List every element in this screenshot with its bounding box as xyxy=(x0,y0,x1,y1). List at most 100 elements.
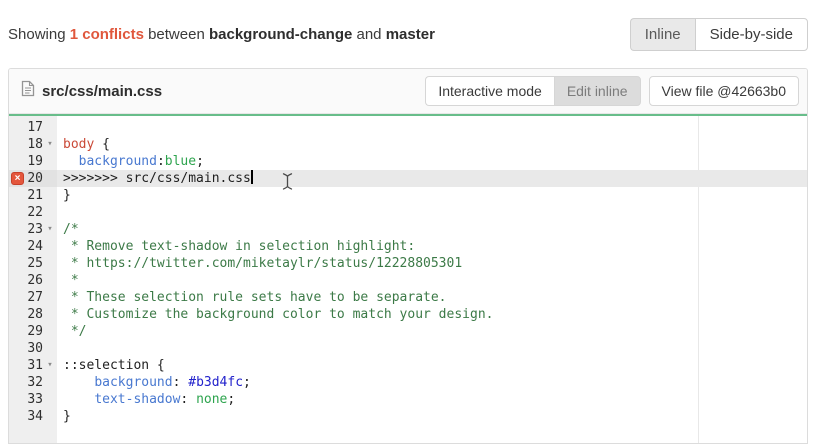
code-token: /* xyxy=(63,222,79,237)
summary-prefix: Showing xyxy=(8,26,66,43)
gutter-cell: 21 xyxy=(9,187,57,204)
code-text[interactable]: * Remove text-shadow in selection highli… xyxy=(57,238,807,255)
code-text[interactable] xyxy=(57,119,807,136)
line-number: 33 xyxy=(9,391,43,408)
code-line[interactable]: 18▾body { xyxy=(9,136,807,153)
gutter-cell: 31▾ xyxy=(9,357,57,374)
code-token: * Customize the background color to matc… xyxy=(63,307,493,322)
code-line[interactable]: 26 * xyxy=(9,272,807,289)
line-number: 21 xyxy=(9,187,43,204)
gutter-cell: 30 xyxy=(9,340,57,357)
code-text[interactable] xyxy=(57,340,807,357)
gutter-cell: 32 xyxy=(9,374,57,391)
code-line[interactable]: 27 * These selection rule sets have to b… xyxy=(9,289,807,306)
code-text[interactable]: * xyxy=(57,272,807,289)
file-actions: Interactive mode Edit inline View file @… xyxy=(425,76,799,106)
code-text[interactable]: * https://twitter.com/miketaylr/status/1… xyxy=(57,255,807,272)
code-editor[interactable]: 161718▾body {19 background:blue;×20>>>>>… xyxy=(9,114,807,444)
code-text[interactable]: background: #b3d4fc; xyxy=(57,374,807,391)
gutter-cell: 19 xyxy=(9,153,57,170)
code-line[interactable]: 22 xyxy=(9,204,807,221)
code-token: * Remove text-shadow in selection highli… xyxy=(63,239,415,254)
line-number: 31 xyxy=(9,357,43,374)
code-token: ; xyxy=(227,392,235,407)
line-number: 17 xyxy=(9,119,43,136)
view-mode-toggle: Inline Side-by-side xyxy=(630,18,808,51)
code-text[interactable]: } xyxy=(57,408,807,425)
code-text[interactable]: ::selection { xyxy=(57,357,807,374)
fold-slot xyxy=(43,391,57,408)
code-text[interactable]: /* xyxy=(57,221,807,238)
side-by-side-view-button[interactable]: Side-by-side xyxy=(695,18,808,51)
gutter-cell: 25 xyxy=(9,255,57,272)
code-line[interactable]: 30 xyxy=(9,340,807,357)
code-token xyxy=(63,392,94,407)
code-line[interactable]: 19 background:blue; xyxy=(9,153,807,170)
code-text[interactable]: * These selection rule sets have to be s… xyxy=(57,289,807,306)
code-token: * https://twitter.com/miketaylr/status/1… xyxy=(63,256,462,271)
summary-middle: between xyxy=(148,26,205,43)
line-number: 28 xyxy=(9,306,43,323)
code-token: background xyxy=(79,154,157,169)
code-line[interactable]: 25 * https://twitter.com/miketaylr/statu… xyxy=(9,255,807,272)
line-number: 24 xyxy=(9,238,43,255)
inline-view-button[interactable]: Inline xyxy=(630,18,695,51)
gutter-cell: 23▾ xyxy=(9,221,57,238)
edit-inline-button[interactable]: Edit inline xyxy=(554,76,641,106)
file-conflict-panel: src/css/main.css Interactive mode Edit i… xyxy=(8,68,808,444)
target-branch: master xyxy=(386,26,435,43)
fold-arrow-icon[interactable]: ▾ xyxy=(43,357,57,374)
line-number: 27 xyxy=(9,289,43,306)
editor-lines: 161718▾body {19 background:blue;×20>>>>>… xyxy=(9,114,807,425)
code-line[interactable]: 33 text-shadow: none; xyxy=(9,391,807,408)
code-text[interactable]: } xyxy=(57,187,807,204)
code-text[interactable]: * Customize the background color to matc… xyxy=(57,306,807,323)
conflicts-header: Showing 1 conflicts between background-c… xyxy=(0,0,816,68)
interactive-mode-button[interactable]: Interactive mode xyxy=(425,76,554,106)
code-text[interactable]: text-shadow: none; xyxy=(57,391,807,408)
code-token: : xyxy=(157,154,165,169)
code-line[interactable]: 34} xyxy=(9,408,807,425)
code-token: * These selection rule sets have to be s… xyxy=(63,290,447,305)
line-number: 26 xyxy=(9,272,43,289)
code-text[interactable] xyxy=(57,204,807,221)
code-token xyxy=(63,375,94,390)
code-text[interactable]: */ xyxy=(57,323,807,340)
code-line[interactable]: 32 background: #b3d4fc; xyxy=(9,374,807,391)
gutter-cell: 17 xyxy=(9,119,57,136)
code-token: ; xyxy=(196,154,204,169)
gutter-cell: 34 xyxy=(9,408,57,425)
code-line[interactable]: ×20>>>>>>> src/css/main.css xyxy=(9,170,807,187)
fold-slot xyxy=(43,272,57,289)
code-line[interactable]: 28 * Customize the background color to m… xyxy=(9,306,807,323)
gutter-cell: ×20 xyxy=(9,170,57,187)
view-file-button[interactable]: View file @42663b0 xyxy=(649,76,799,106)
gutter-cell: 29 xyxy=(9,323,57,340)
line-number: 22 xyxy=(9,204,43,221)
fold-slot xyxy=(43,255,57,272)
code-text[interactable]: >>>>>>> src/css/main.css xyxy=(57,170,807,187)
code-token: #b3d4fc xyxy=(188,375,243,390)
code-line[interactable]: 31▾::selection { xyxy=(9,357,807,374)
code-line[interactable]: 21} xyxy=(9,187,807,204)
code-line[interactable]: 17 xyxy=(9,119,807,136)
fold-arrow-icon[interactable]: ▾ xyxy=(43,221,57,238)
code-text[interactable]: body { xyxy=(57,136,807,153)
fold-arrow-icon[interactable]: ▾ xyxy=(43,136,57,153)
code-line[interactable]: 24 * Remove text-shadow in selection hig… xyxy=(9,238,807,255)
code-token: none xyxy=(196,392,227,407)
code-token: body xyxy=(63,137,94,152)
file-name: src/css/main.css xyxy=(42,83,162,100)
code-token: blue xyxy=(165,154,196,169)
line-number: 30 xyxy=(9,340,43,357)
fold-slot xyxy=(43,374,57,391)
line-number: 18 xyxy=(9,136,43,153)
fold-slot xyxy=(43,289,57,306)
gutter-cell: 24 xyxy=(9,238,57,255)
conflict-summary: Showing 1 conflicts between background-c… xyxy=(8,26,435,43)
code-line[interactable]: 29 */ xyxy=(9,323,807,340)
code-line[interactable]: 23▾ /* xyxy=(9,221,807,238)
fold-slot xyxy=(43,119,57,136)
fold-slot xyxy=(43,323,57,340)
code-text[interactable]: background:blue; xyxy=(57,153,807,170)
